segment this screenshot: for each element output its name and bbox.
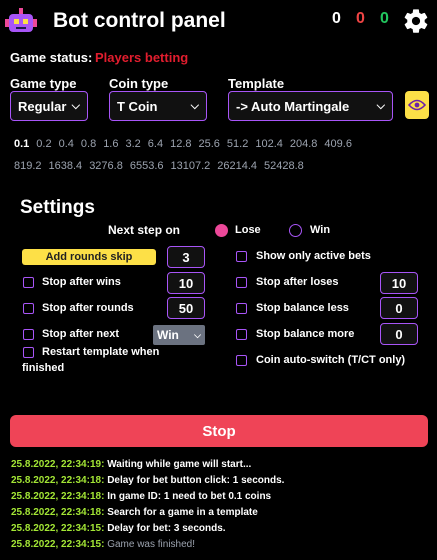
log-entry: 25.8.2022, 22:34:18: In game ID: 1 need …	[11, 491, 271, 502]
bet-value: 1638.4	[48, 160, 83, 172]
view-template-button[interactable]	[405, 91, 429, 119]
bet-value: 1.6	[103, 138, 119, 150]
add-rounds-skip-button[interactable]: Add rounds skip	[22, 249, 156, 265]
bet-sequence-row-1: 0.1 0.2 0.4 0.8 1.6 3.2 6.4 12.8 25.6 51…	[14, 138, 359, 150]
rounds-skip-input[interactable]: 3	[167, 246, 205, 268]
bet-value: 51.2	[226, 138, 249, 150]
game-status-value: Players betting	[95, 50, 189, 65]
bet-sequence-row-2: 819.2 1638.4 3276.8 6553.6 13107.2 26214…	[14, 160, 311, 172]
stop-after-next-label: Stop after next	[42, 328, 120, 340]
log-entry: 25.8.2022, 22:34:15: Delay for bet: 3 se…	[11, 523, 226, 534]
stop-after-wins-checkbox[interactable]	[23, 277, 34, 288]
template-select[interactable]: -> Auto Martingale ⌵	[228, 91, 393, 121]
coin-auto-switch-label: Coin auto-switch (T/CT only)	[256, 354, 406, 366]
stop-after-rounds-checkbox[interactable]	[23, 303, 34, 314]
bet-value: 6553.6	[129, 160, 164, 172]
stop-after-wins-label: Stop after wins	[42, 276, 121, 288]
stop-balance-less-checkbox[interactable]	[236, 303, 247, 314]
stop-balance-more-checkbox[interactable]	[236, 329, 247, 340]
log-message: Delay for bet: 3 seconds.	[107, 523, 226, 534]
bet-value: 819.2	[14, 160, 42, 172]
bet-value: 12.8	[170, 138, 192, 150]
bet-value: 52428.8	[264, 160, 304, 172]
log-entry: 25.8.2022, 22:34:18: Search for a game i…	[11, 507, 258, 518]
bet-value: 0.4	[58, 138, 74, 150]
game-type-select[interactable]: Regular ⌵	[10, 91, 88, 121]
log-timestamp: 25.8.2022, 22:34:19:	[11, 459, 105, 470]
bet-value: 102.4	[255, 138, 283, 150]
bet-value: 25.6	[198, 138, 220, 150]
eye-icon	[408, 99, 426, 111]
counter-losses: 0	[356, 10, 365, 27]
log-timestamp: 25.8.2022, 22:34:18:	[11, 507, 105, 518]
page-title: Bot control panel	[53, 9, 226, 32]
win-radio[interactable]	[289, 224, 302, 237]
bet-value: 0.1	[14, 138, 30, 150]
bet-value: 3276.8	[89, 160, 123, 172]
restart-template-checkbox[interactable]	[23, 347, 34, 358]
log-entry: 25.8.2022, 22:34:19: Waiting while game …	[11, 459, 251, 470]
restart-template-label: Restart template when	[42, 346, 160, 358]
chevron-down-icon: ⌵	[190, 99, 199, 112]
stop-after-next-checkbox[interactable]	[23, 329, 34, 340]
log-message: Game was finished!	[107, 539, 196, 550]
coin-type-label: Coin type	[109, 76, 169, 91]
bet-value: 0.8	[80, 138, 97, 150]
stop-after-loses-label: Stop after loses	[256, 276, 339, 288]
bet-value: 204.8	[289, 138, 318, 150]
restart-template-label-2: finished	[22, 362, 65, 374]
template-value: -> Auto Martingale	[236, 98, 350, 114]
stop-after-next-value: Win	[157, 328, 179, 342]
bet-value: 13107.2	[170, 160, 211, 172]
chevron-down-icon: ⌵	[194, 329, 201, 340]
robot-logo-icon	[5, 6, 37, 36]
coin-type-value: T Coin	[117, 98, 158, 114]
coin-auto-switch-checkbox[interactable]	[236, 355, 247, 366]
stop-after-next-select[interactable]: Win ⌵	[153, 325, 205, 345]
log-message: Waiting while game will start...	[107, 459, 252, 470]
log-timestamp: 25.8.2022, 22:34:18:	[11, 491, 105, 502]
log-message: In game ID: 1 need to bet 0.1 coins	[107, 491, 272, 502]
chevron-down-icon: ⌵	[71, 99, 80, 112]
game-status-label: Game status:	[10, 50, 93, 65]
settings-title: Settings	[20, 197, 95, 218]
template-label: Template	[228, 76, 285, 91]
lose-label: Lose	[235, 224, 261, 236]
stop-balance-more-label: Stop balance more	[256, 328, 355, 340]
stop-balance-more-input[interactable]: 0	[380, 323, 418, 345]
lose-radio[interactable]	[215, 224, 228, 237]
next-step-label: Next step on	[108, 223, 181, 237]
bet-value: 3.2	[125, 138, 141, 150]
stop-after-rounds-label: Stop after rounds	[42, 302, 134, 314]
show-only-active-bets-checkbox[interactable]	[236, 251, 247, 262]
bet-value: 26214.4	[217, 160, 258, 172]
log-entry: 25.8.2022, 22:34:15: Game was finished!	[11, 539, 195, 550]
bet-value: 6.4	[147, 138, 164, 150]
log-entry: 25.8.2022, 22:34:18: Delay for bet butto…	[11, 475, 284, 486]
coin-type-select[interactable]: T Coin ⌵	[109, 91, 207, 121]
show-only-active-bets-label: Show only active bets	[256, 250, 371, 262]
bet-value: 409.6	[324, 138, 352, 150]
stop-after-rounds-input[interactable]: 50	[167, 297, 205, 319]
log-message: Search for a game in a template	[107, 507, 258, 518]
win-label: Win	[310, 224, 331, 236]
log-timestamp: 25.8.2022, 22:34:15:	[11, 539, 105, 550]
stop-balance-less-label: Stop balance less	[256, 302, 349, 314]
chevron-down-icon: ⌵	[376, 99, 385, 112]
gear-icon[interactable]	[402, 7, 430, 35]
log-timestamp: 25.8.2022, 22:34:18:	[11, 475, 105, 486]
game-type-label: Game type	[10, 76, 77, 91]
log-timestamp: 25.8.2022, 22:34:15:	[11, 523, 105, 534]
counter-wins: 0	[380, 10, 389, 27]
counter-total: 0	[332, 10, 341, 27]
game-type-value: Regular	[18, 98, 67, 114]
stop-after-wins-input[interactable]: 10	[167, 272, 205, 294]
log-message: Delay for bet button click: 1 seconds.	[107, 475, 285, 486]
stop-after-loses-checkbox[interactable]	[236, 277, 247, 288]
stop-balance-less-input[interactable]: 0	[380, 297, 418, 319]
stop-button[interactable]: Stop	[10, 415, 428, 447]
stop-after-loses-input[interactable]: 10	[380, 272, 418, 294]
bet-value: 0.2	[36, 138, 52, 150]
